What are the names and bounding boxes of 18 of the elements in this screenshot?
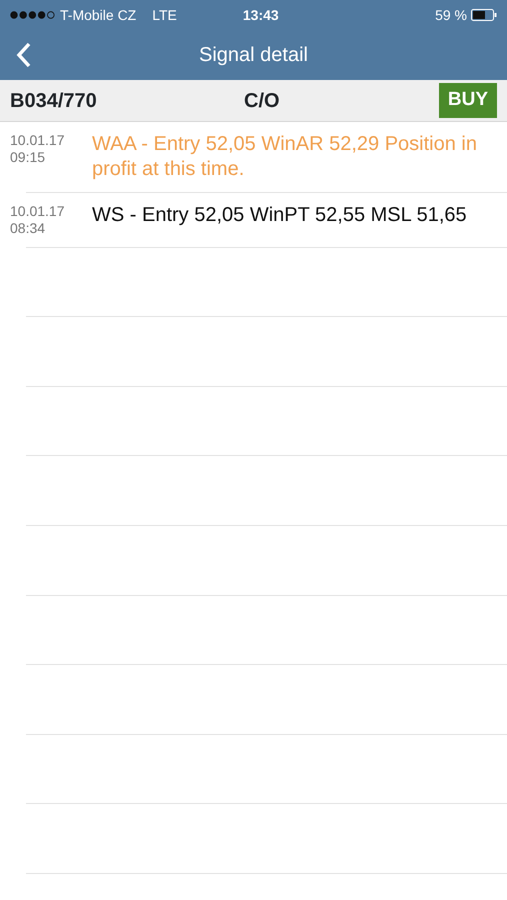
battery-percent: 59 %: [435, 6, 467, 24]
clock-time: 13:43: [242, 6, 279, 24]
message-time: 08:34: [10, 220, 46, 237]
signal-strength-icon: [10, 11, 56, 19]
message-date: 10.01.17: [10, 203, 66, 220]
screen-title: Signal detail: [199, 43, 308, 68]
message-text: WS - Entry 52,05 WinPT 52,55 MSL 51,65: [92, 203, 467, 228]
back-button[interactable]: [16, 42, 32, 68]
message-date: 10.01.17: [10, 132, 66, 149]
message-text: WAA - Entry 52,05 WinAR 52,29 Position in profit at this time.: [92, 132, 478, 182]
network-type: LTE: [152, 6, 177, 24]
carrier-name: T-Mobile CZ: [60, 6, 136, 24]
signal-symbol: B034/770: [10, 88, 98, 114]
battery-icon: [471, 9, 497, 21]
buy-button[interactable]: BUY: [438, 83, 497, 118]
message-time: 09:15: [10, 148, 46, 166]
back-chevron-icon: [16, 42, 32, 68]
option-type: C/O: [244, 88, 280, 114]
